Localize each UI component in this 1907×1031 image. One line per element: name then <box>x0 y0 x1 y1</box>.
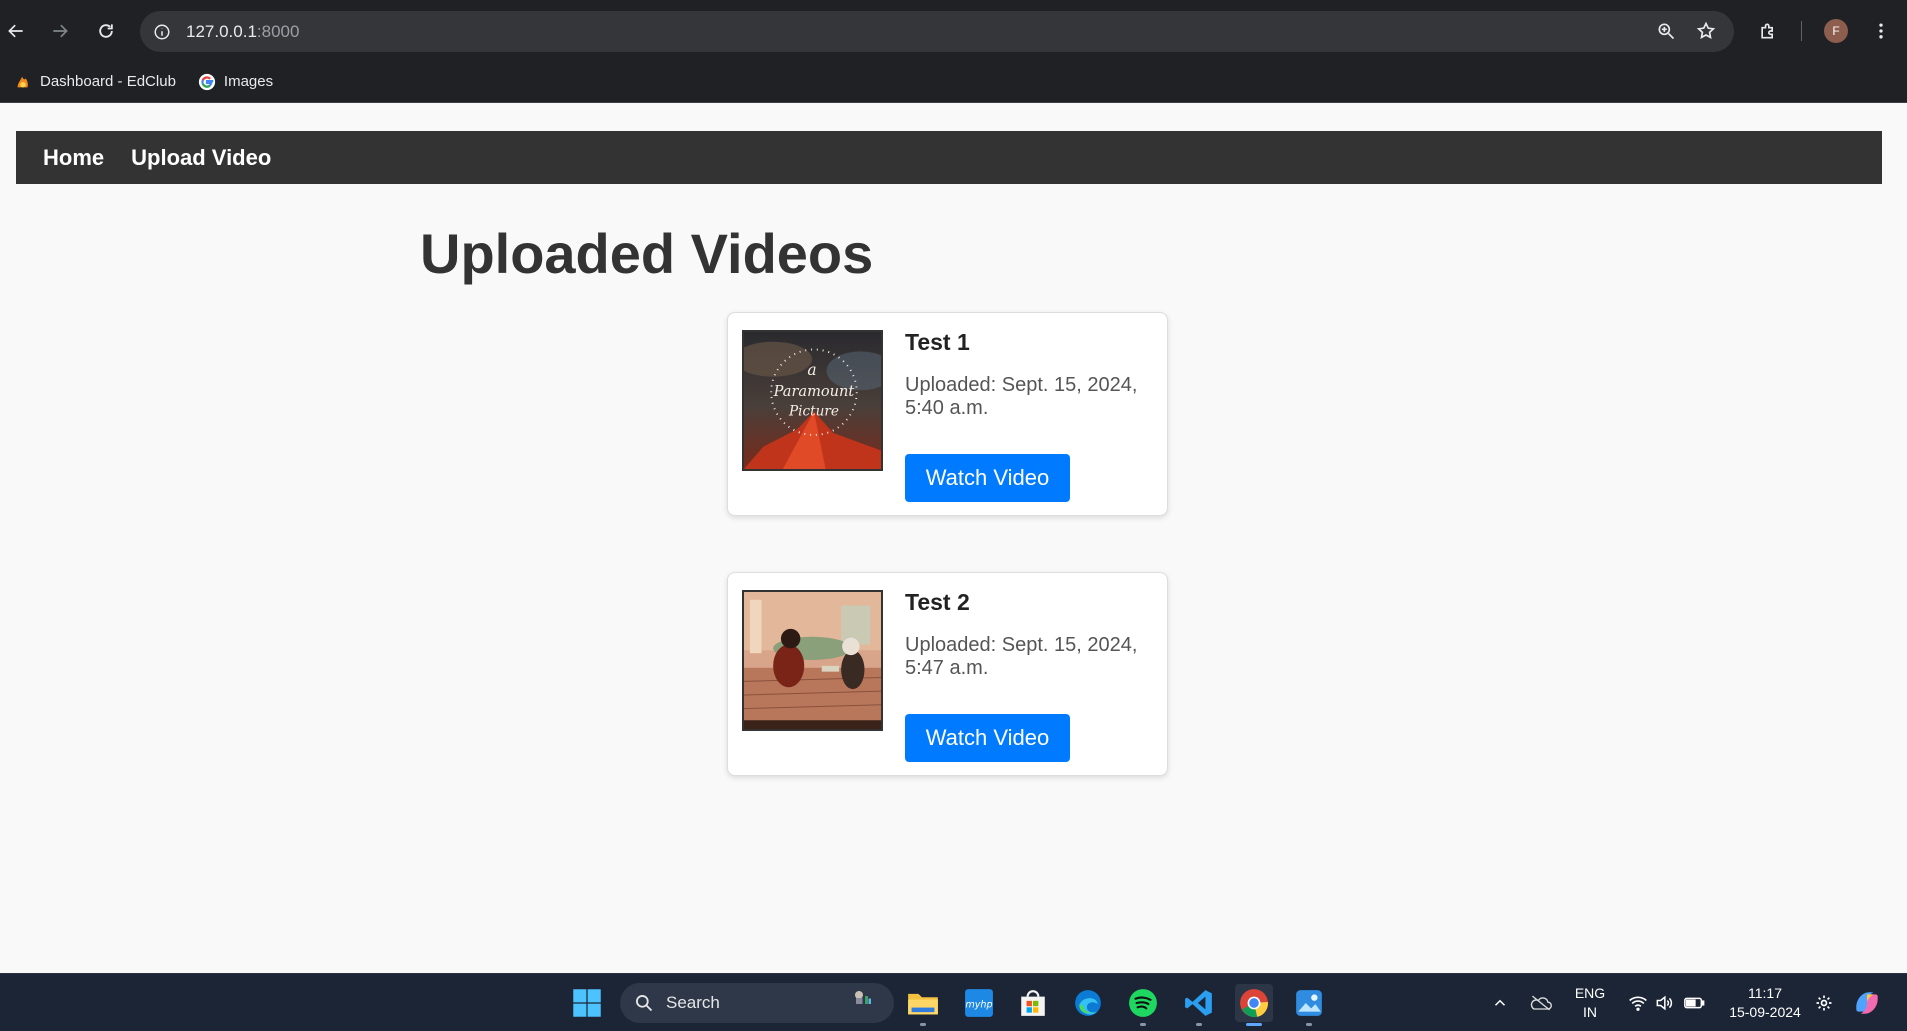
video-card: Test 2 Uploaded: Sept. 15, 2024, 5:47 a.… <box>727 572 1168 776</box>
bookmark-label: Dashboard - EdClub <box>40 73 176 90</box>
language-code: ENG <box>1574 985 1606 1001</box>
video-thumbnail[interactable]: a Paramount Picture <box>742 330 883 471</box>
running-indicator <box>1140 1023 1146 1026</box>
search-icon <box>636 995 653 1012</box>
bookmarks-bar: Dashboard - EdClub Images <box>0 61 1907 103</box>
search-label: Search <box>666 993 720 1012</box>
photos-icon[interactable] <box>1290 984 1328 1026</box>
edge-icon[interactable] <box>1069 984 1107 1022</box>
chrome-icon[interactable] <box>1235 984 1273 1026</box>
video-thumbnail[interactable] <box>742 590 883 731</box>
microsoft-store-icon[interactable] <box>1014 984 1052 1022</box>
url-port: :8000 <box>256 21 300 41</box>
notification-gear-icon[interactable] <box>1805 984 1843 1022</box>
taskbar-search-box[interactable]: Search <box>620 983 894 1023</box>
svg-text:myhp: myhp <box>965 999 992 1010</box>
video-upload-date: Uploaded: Sept. 15, 2024, 5:40 a.m. <box>905 374 1138 419</box>
nav-home-link[interactable]: Home <box>43 145 104 171</box>
windows-start-icon[interactable] <box>568 984 606 1022</box>
back-icon[interactable] <box>4 19 28 43</box>
page-body: Home Upload Video Uploaded Videos a Para… <box>0 103 1907 973</box>
video-card: a Paramount Picture Test 1 Uploaded: Sep… <box>727 312 1168 516</box>
clock-time: 11:17 <box>1748 985 1782 1001</box>
url-text: 127.0.0.1:8000 <box>186 22 299 42</box>
file-explorer-icon[interactable] <box>904 984 942 1026</box>
paramount-thumbnail-image: a Paramount Picture <box>744 332 881 469</box>
onedrive-offline-icon[interactable] <box>1522 984 1560 1022</box>
search-highlight-icon <box>852 987 884 1012</box>
battery-icon[interactable] <box>1675 984 1713 1022</box>
bookmark-edclub[interactable]: Dashboard - EdClub <box>6 67 184 97</box>
bookmark-star-icon[interactable] <box>1694 19 1718 43</box>
site-info-icon[interactable] <box>150 20 174 44</box>
site-navbar: Home Upload Video <box>16 131 1882 184</box>
zoom-icon[interactable] <box>1654 19 1678 43</box>
spotify-icon[interactable] <box>1124 984 1162 1026</box>
reload-icon[interactable] <box>94 19 118 43</box>
watch-video-button[interactable]: Watch Video <box>905 454 1070 502</box>
running-indicator <box>1306 1023 1312 1026</box>
video-title: Test 1 <box>905 329 970 355</box>
chevron-up-icon[interactable] <box>1481 984 1519 1022</box>
vscode-icon[interactable] <box>1180 984 1218 1026</box>
menu-kebab-icon[interactable] <box>1869 19 1893 43</box>
bookmark-images[interactable]: Images <box>190 67 281 97</box>
bookmark-label: Images <box>223 73 274 90</box>
running-indicator <box>1246 1023 1262 1026</box>
region-code: IN <box>1583 1004 1597 1020</box>
address-bar[interactable]: 127.0.0.1:8000 <box>140 11 1734 52</box>
windows-taskbar: Search myhp ENG IN 11:17 15-09-2024 <box>0 973 1907 1031</box>
cartoon-thumbnail-image <box>744 592 881 729</box>
thumbnail-text: Paramount <box>773 383 855 400</box>
watch-video-button[interactable]: Watch Video <box>905 714 1070 762</box>
running-indicator <box>1196 1023 1202 1026</box>
toolbar-divider <box>1801 21 1802 41</box>
myhp-icon[interactable]: myhp <box>960 984 998 1022</box>
browser-toolbar: 127.0.0.1:8000 F <box>0 0 1907 61</box>
video-title: Test 2 <box>905 589 970 615</box>
thumbnail-text: Picture <box>788 404 839 420</box>
running-indicator <box>920 1023 926 1026</box>
input-language[interactable]: ENG IN <box>1568 984 1612 1022</box>
clock-date: 15-09-2024 <box>1729 1004 1801 1020</box>
forward-icon[interactable] <box>48 19 72 43</box>
extensions-icon[interactable] <box>1756 19 1780 43</box>
nav-upload-link[interactable]: Upload Video <box>131 145 271 171</box>
thumbnail-text: a <box>807 361 816 379</box>
video-upload-date: Uploaded: Sept. 15, 2024, 5:47 a.m. <box>905 634 1138 679</box>
copilot-icon[interactable] <box>1848 984 1886 1022</box>
url-host: 127.0.0.1 <box>186 21 257 41</box>
edclub-icon <box>14 73 32 91</box>
profile-avatar[interactable]: F <box>1824 19 1848 43</box>
page-title: Uploaded Videos <box>420 222 874 285</box>
google-icon <box>198 73 216 91</box>
clock[interactable]: 11:17 15-09-2024 <box>1720 984 1810 1022</box>
